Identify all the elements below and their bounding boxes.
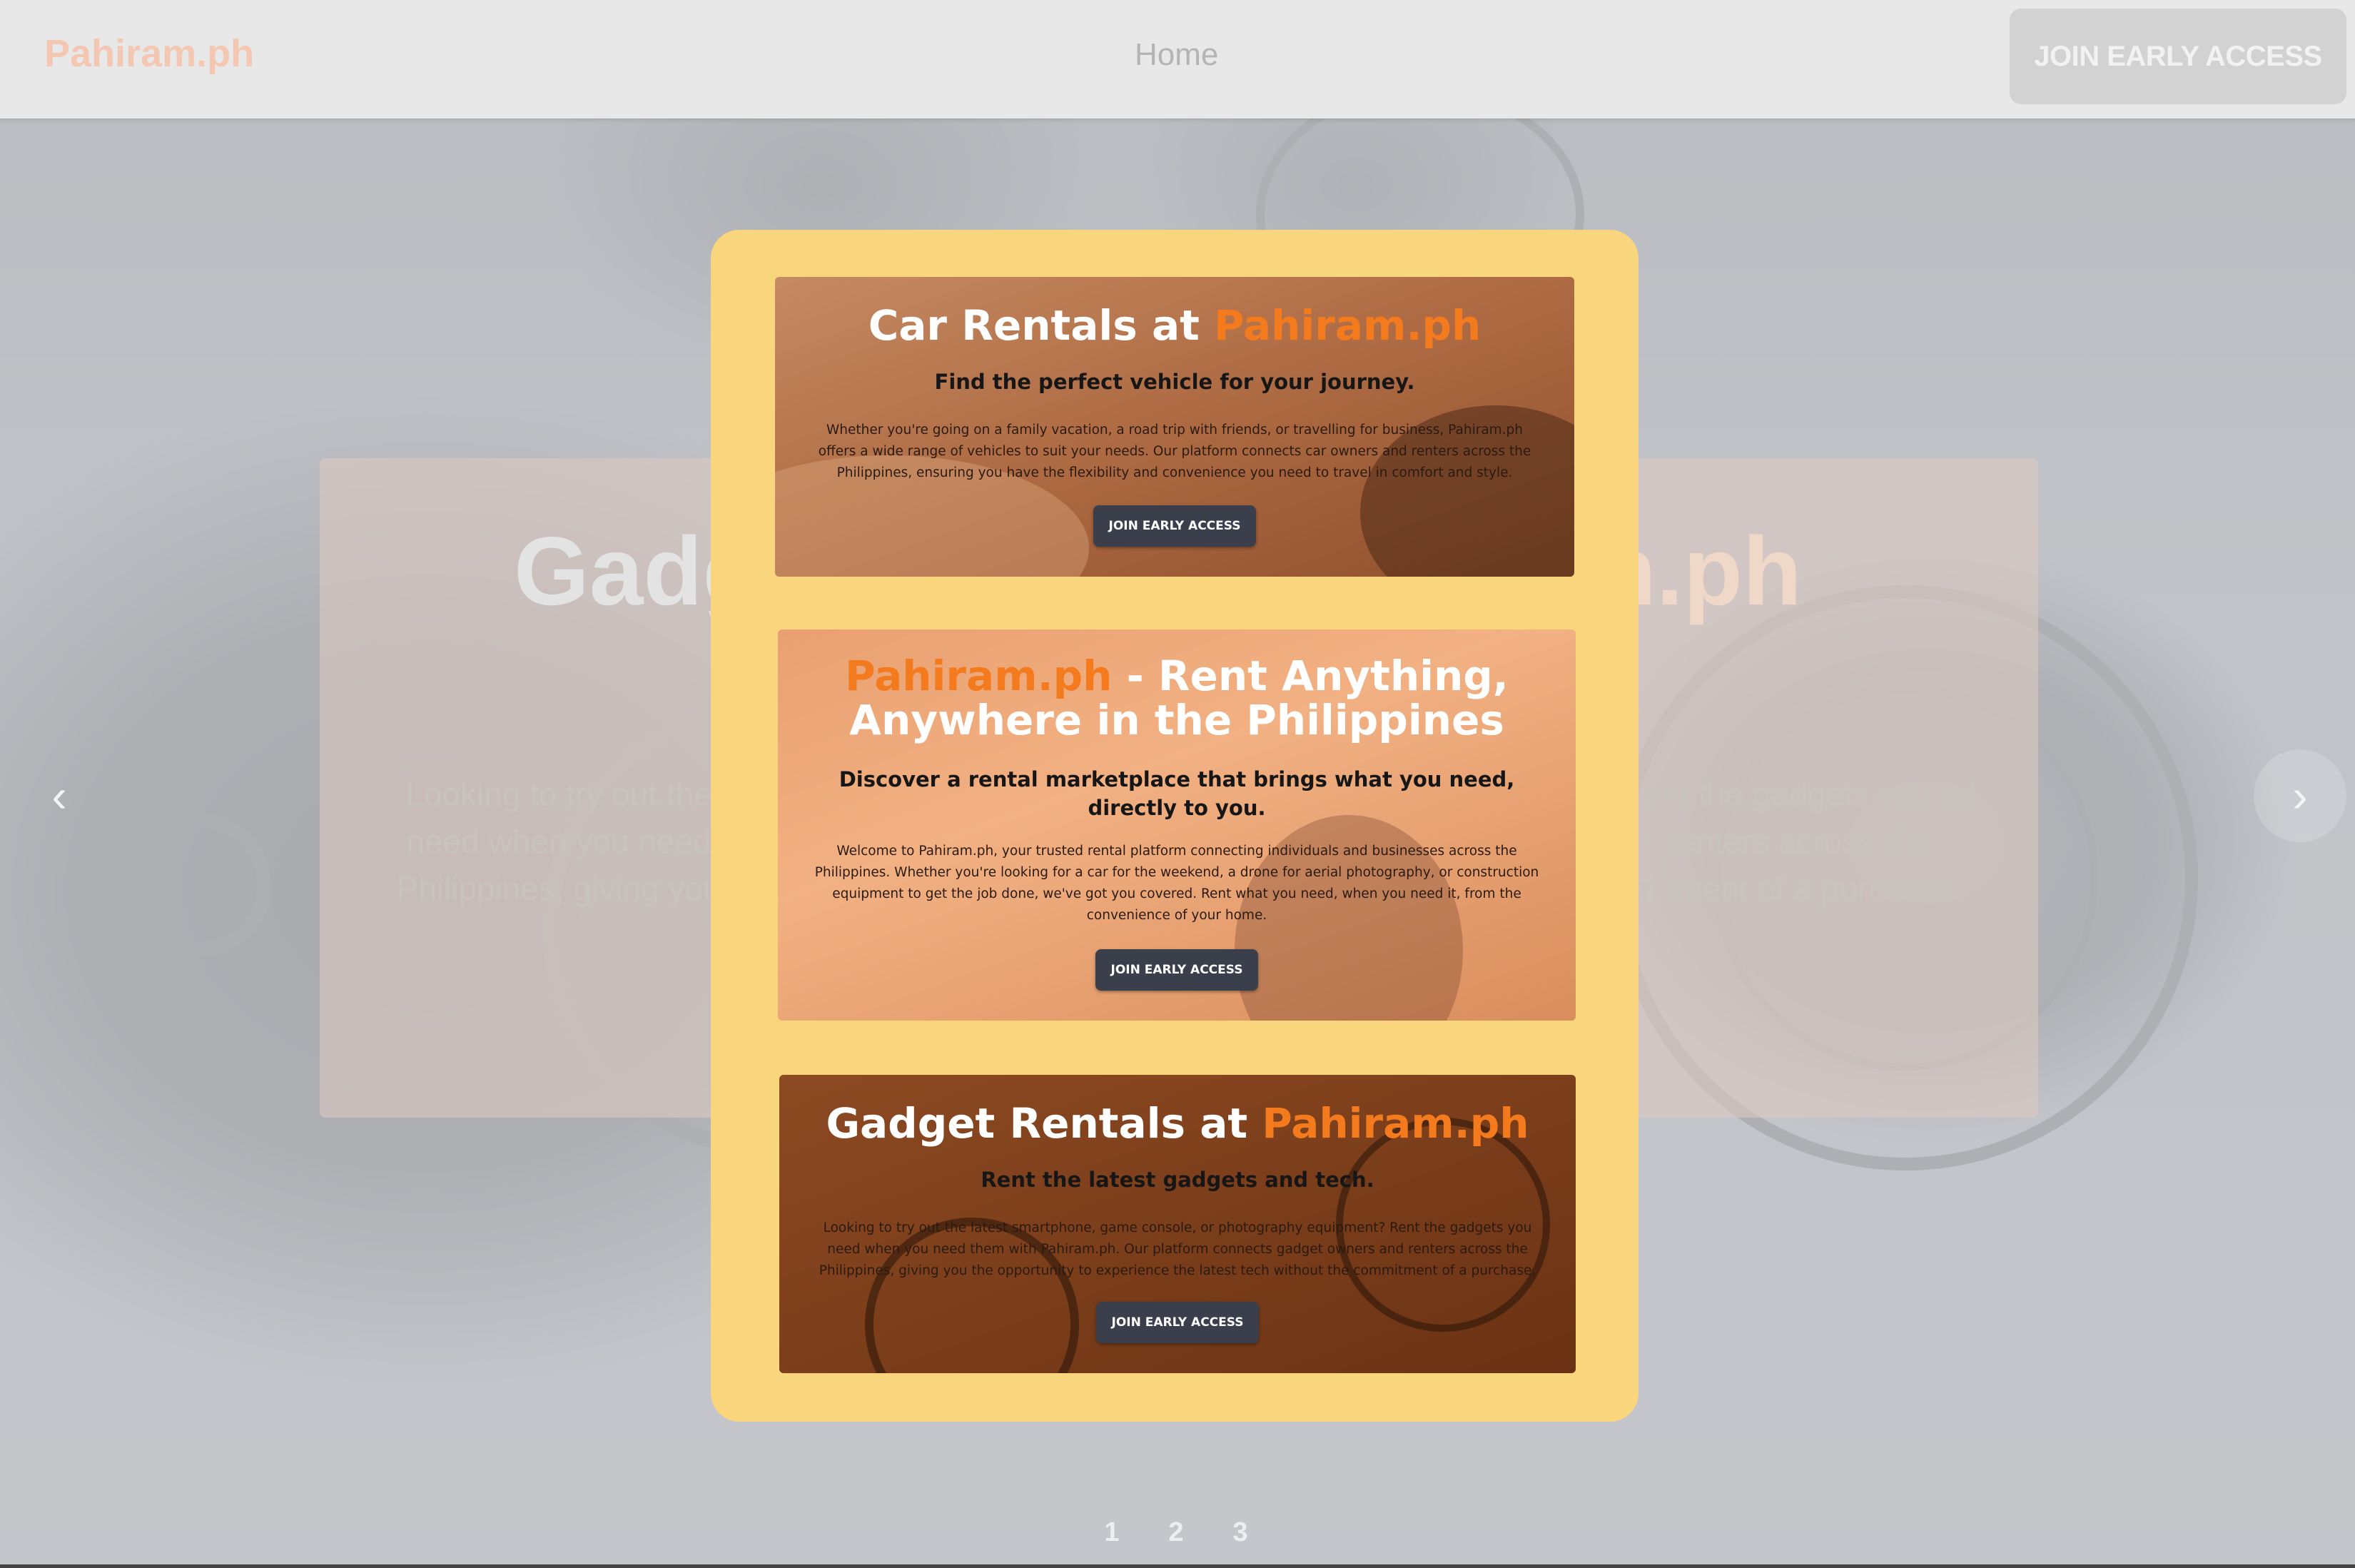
gadget-panel-subtitle: Rent the latest gadgets and tech. bbox=[981, 1168, 1374, 1192]
main-join-early-access-button[interactable]: JOIN EARLY ACCESS bbox=[1095, 949, 1259, 991]
main-panel-title: Pahiram.ph - Rent Anything, Anywhere in t… bbox=[845, 652, 1509, 744]
nav-link-home[interactable]: Home bbox=[1135, 37, 1218, 73]
car-rentals-panel: Car Rentals at Pahiram.ph Find the perfe… bbox=[775, 277, 1574, 577]
main-intro-panel: Pahiram.ph - Rent Anything, Anywhere in t… bbox=[778, 629, 1576, 1021]
car-join-early-access-button[interactable]: JOIN EARLY ACCESS bbox=[1093, 505, 1257, 547]
carousel-page-3[interactable]: 3 bbox=[1227, 1517, 1253, 1548]
carousel-page-1[interactable]: 1 bbox=[1099, 1517, 1125, 1548]
carousel-prev-button[interactable]: ‹ bbox=[13, 749, 106, 842]
page-bottom-border bbox=[0, 1564, 2355, 1568]
car-panel-subtitle: Find the perfect vehicle for your journe… bbox=[934, 370, 1415, 394]
carousel-page-2[interactable]: 2 bbox=[1163, 1517, 1189, 1548]
gadget-rentals-panel: Gadget Rentals at Pahiram.ph Rent the la… bbox=[779, 1075, 1576, 1373]
rentals-modal: Car Rentals at Pahiram.ph Find the perfe… bbox=[711, 230, 1639, 1422]
carousel-pagination: 1 2 3 bbox=[1099, 1517, 1253, 1548]
gadget-join-early-access-button[interactable]: JOIN EARLY ACCESS bbox=[1095, 1302, 1260, 1343]
main-panel-description: Welcome to Pahiram.ph, your trusted rent… bbox=[814, 844, 1539, 923]
brand-logo[interactable]: Pahiram.ph bbox=[44, 31, 254, 76]
top-navbar: Pahiram.ph Home JOIN EARLY ACCESS bbox=[0, 0, 2355, 118]
join-early-access-button[interactable]: JOIN EARLY ACCESS bbox=[2010, 9, 2346, 104]
gadget-panel-title: Gadget Rentals at Pahiram.ph bbox=[826, 1099, 1529, 1148]
slide-text-fragment: Rent the gadgets you nd renters across t… bbox=[1619, 776, 1977, 907]
slide-text-fragment: Looking to try out the need when you nee… bbox=[396, 776, 721, 907]
car-panel-description: Whether you're going on a family vacatio… bbox=[818, 423, 1531, 480]
gadget-panel-description: Looking to try out the latest smartphone… bbox=[819, 1220, 1536, 1278]
main-panel-subtitle: Discover a rental marketplace that bring… bbox=[839, 767, 1515, 820]
car-panel-title: Car Rentals at Pahiram.ph bbox=[868, 301, 1482, 350]
carousel-next-button[interactable]: › bbox=[2254, 749, 2346, 842]
